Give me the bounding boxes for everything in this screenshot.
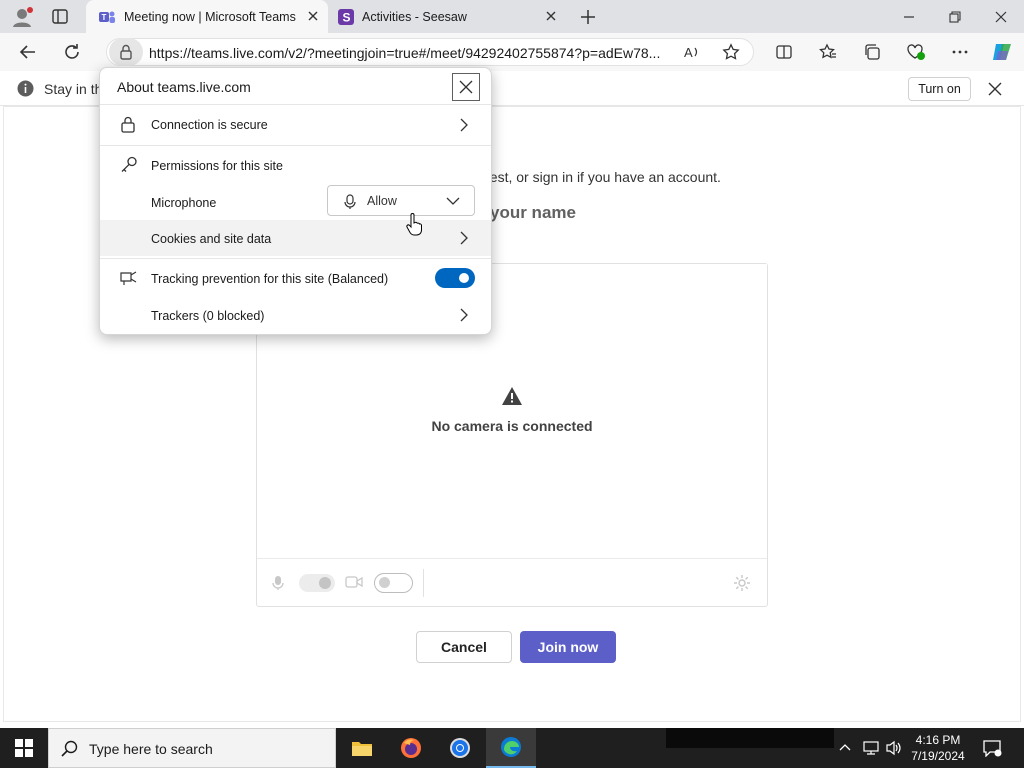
browser-toolbar: https://teams.live.com/v2/?meetingjoin=t… <box>0 33 1024 71</box>
profile-icon[interactable] <box>8 5 36 29</box>
tab-title: Meeting now | Microsoft Teams <box>124 9 296 24</box>
search-icon <box>61 740 79 758</box>
close-tab-icon[interactable] <box>306 9 320 23</box>
close-infobar-icon[interactable] <box>987 81 1003 97</box>
address-bar[interactable]: https://teams.live.com/v2/?meetingjoin=t… <box>106 38 754 66</box>
device-controls <box>257 558 767 606</box>
microphone-label: Microphone <box>151 196 217 210</box>
join-now-button[interactable]: Join now <box>520 631 616 663</box>
connection-label: Connection is secure <box>151 118 268 132</box>
tracking-prevention-toggle[interactable] <box>435 268 475 288</box>
svg-text:S: S <box>343 10 351 24</box>
back-icon[interactable] <box>12 33 44 71</box>
close-window-icon[interactable] <box>978 0 1024 33</box>
new-tab-icon[interactable] <box>578 7 598 27</box>
volume-icon[interactable] <box>885 740 903 756</box>
chevron-right-icon <box>459 308 469 322</box>
favorite-star-icon[interactable] <box>715 33 747 71</box>
close-tab-icon[interactable] <box>544 9 558 23</box>
svg-text:A: A <box>684 45 693 60</box>
svg-text:T: T <box>102 13 107 22</box>
refresh-icon[interactable] <box>56 33 88 71</box>
cancel-button[interactable]: Cancel <box>416 631 512 663</box>
microphone-permission-select[interactable]: Allow <box>327 185 475 216</box>
tab-actions-icon[interactable] <box>50 8 70 26</box>
teams-icon: T <box>98 9 116 25</box>
warning-icon <box>501 386 523 406</box>
minimize-icon[interactable] <box>886 0 932 33</box>
chevron-right-icon <box>459 118 469 132</box>
hand-cursor-icon <box>405 213 423 237</box>
cookies-row[interactable]: Cookies and site data <box>100 220 491 256</box>
notifications-icon[interactable] <box>982 739 1002 757</box>
tab-title: Activities - Seesaw <box>362 9 467 24</box>
microphone-permission-value: Allow <box>367 194 397 208</box>
taskbar-blank-area <box>666 728 834 748</box>
flyout-title: About teams.live.com <box>117 79 251 95</box>
tracking-prevention-row: Tracking prevention for this site (Balan… <box>100 259 491 297</box>
lock-icon <box>120 116 136 133</box>
url-text[interactable]: https://teams.live.com/v2/?meetingjoin=t… <box>149 45 660 61</box>
turn-on-button[interactable]: Turn on <box>908 77 971 101</box>
taskbar: Type here to search 4:16 PM 7/19/2024 <box>0 728 1024 768</box>
show-hidden-icons-icon[interactable] <box>838 741 852 753</box>
firefox-icon[interactable] <box>387 728 435 768</box>
split-screen-icon[interactable] <box>768 33 800 71</box>
windows-start-icon[interactable] <box>0 728 48 768</box>
tracking-prevention-icon <box>120 270 138 286</box>
name-heading: your name <box>490 203 576 222</box>
clock-date: 7/19/2024 <box>911 749 965 763</box>
tab-seesaw[interactable]: S Activities - Seesaw <box>328 0 566 33</box>
connection-secure-row[interactable]: Connection is secure <box>100 105 491 145</box>
chevron-right-icon <box>459 231 469 245</box>
cookies-label: Cookies and site data <box>151 232 272 246</box>
collections-icon[interactable] <box>856 33 888 71</box>
close-flyout-icon[interactable] <box>452 73 480 101</box>
tracking-label: Tracking prevention for this site (Balan… <box>151 272 389 286</box>
chrome-icon[interactable] <box>436 728 484 768</box>
tab-teams[interactable]: T Meeting now | Microsoft Teams <box>86 0 328 33</box>
site-info-flyout: About teams.live.com Connection is secur… <box>99 67 492 335</box>
file-explorer-icon[interactable] <box>338 728 386 768</box>
seesaw-icon: S <box>338 8 354 25</box>
favorites-icon[interactable] <box>812 33 844 71</box>
toggle-knob <box>459 273 469 283</box>
read-aloud-icon[interactable]: A <box>676 33 708 71</box>
edge-icon[interactable] <box>486 728 536 768</box>
system-clock[interactable]: 4:16 PM 7/19/2024 <box>902 732 974 764</box>
more-options-icon[interactable] <box>944 33 976 71</box>
trackers-row[interactable]: Trackers (0 blocked) <box>100 297 491 333</box>
browser-essentials-icon[interactable] <box>900 33 932 71</box>
lock-icon[interactable] <box>109 38 143 66</box>
mic-toggle[interactable] <box>299 574 335 592</box>
search-placeholder: Type here to search <box>89 741 213 757</box>
permissions-header: Permissions for this site <box>100 146 491 182</box>
clock-time: 4:16 PM <box>915 733 961 747</box>
tab-bar: T Meeting now | Microsoft Teams S Activi… <box>0 0 1024 33</box>
chevron-down-icon <box>446 197 460 206</box>
controls-divider <box>423 569 424 597</box>
guest-instructions: uest, or sign in if you have an account. <box>482 169 721 185</box>
restore-icon[interactable] <box>932 0 978 33</box>
device-settings-icon[interactable] <box>733 574 751 592</box>
trackers-label: Trackers (0 blocked) <box>151 309 265 323</box>
key-icon <box>120 156 138 173</box>
no-camera-message: No camera is connected <box>431 418 593 434</box>
permissions-label: Permissions for this site <box>151 159 283 173</box>
camera-toggle[interactable] <box>374 573 413 593</box>
network-icon[interactable] <box>862 740 880 756</box>
info-bar-text: Stay in th <box>44 81 103 97</box>
taskbar-search[interactable]: Type here to search <box>48 728 336 768</box>
info-icon <box>17 80 34 97</box>
microphone-icon[interactable] <box>272 575 284 591</box>
camera-icon[interactable] <box>345 575 363 589</box>
copilot-icon[interactable] <box>986 33 1018 71</box>
microphone-icon <box>344 194 356 210</box>
